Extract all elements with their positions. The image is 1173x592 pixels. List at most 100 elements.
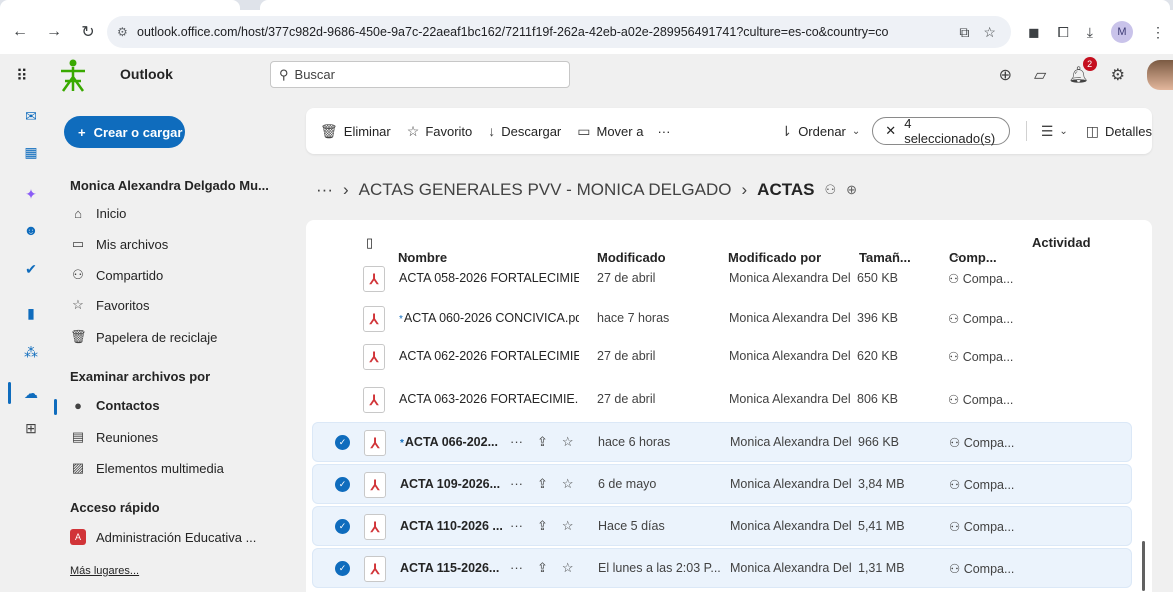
checkmark-icon[interactable]: ✓ bbox=[335, 435, 350, 450]
people-app-icon[interactable]: ☻ bbox=[21, 220, 41, 240]
column-activity[interactable]: Actividad bbox=[1032, 235, 1091, 250]
share-icon[interactable]: ⇪ bbox=[537, 434, 548, 450]
sort-button[interactable]: ⇂ Ordenar ⌄ bbox=[780, 123, 860, 140]
star-icon[interactable]: ☆ bbox=[562, 476, 574, 492]
file-modified-by: Monica Alexandra Delg bbox=[729, 392, 851, 406]
address-bar[interactable]: ⚙ outlook.office.com/host/377c982d-9686-… bbox=[107, 16, 1011, 48]
star-icon[interactable]: ☆ bbox=[562, 434, 574, 450]
nav-item-favoritos[interactable]: ☆ Favoritos bbox=[70, 297, 149, 313]
reload-icon[interactable]: ↻ bbox=[74, 18, 102, 46]
share-icon[interactable]: ⇪ bbox=[537, 518, 548, 534]
copilot-icon[interactable]: ✦ bbox=[21, 184, 41, 204]
nav-item-multimedia[interactable]: ▨ Elementos multimedia bbox=[70, 460, 224, 476]
profile-avatar[interactable]: M bbox=[1111, 21, 1133, 43]
extension-icon[interactable]: ◼ bbox=[1028, 24, 1040, 41]
more-places-link[interactable]: Más lugares... bbox=[70, 565, 139, 577]
feedback-icon[interactable]: ▱ bbox=[1034, 65, 1046, 85]
browser-tab[interactable] bbox=[0, 0, 240, 10]
app-launcher-icon[interactable]: ⠿ bbox=[16, 66, 28, 86]
move-to-button[interactable]: ▭ Mover a bbox=[577, 123, 643, 140]
create-upload-button[interactable]: + Crear o cargar bbox=[64, 116, 185, 148]
chevron-right-icon: › bbox=[342, 180, 349, 199]
favorite-button[interactable]: ☆ Favorito bbox=[407, 123, 473, 140]
pdf-icon: ⅄ bbox=[363, 306, 385, 332]
app-name[interactable]: Outlook bbox=[120, 66, 173, 82]
avatar[interactable] bbox=[1147, 60, 1173, 90]
org-icon[interactable]: ⁂ bbox=[21, 342, 41, 362]
share-icon[interactable]: ⇪ bbox=[537, 560, 548, 576]
view-options-button[interactable]: ☰ ⌄ bbox=[1041, 123, 1068, 140]
more-options-icon[interactable]: ··· bbox=[510, 518, 523, 534]
file-name[interactable]: ACTA 058-2026 FORTALECIMIE... bbox=[399, 271, 579, 285]
file-name[interactable]: *ACTA 060-2026 CONCIVICA.pdf bbox=[399, 311, 579, 325]
row-actions: ··· ⇪ ☆ bbox=[510, 560, 574, 576]
table-row[interactable]: ⅄ ACTA 063-2026 FORTAECIMIE... 27 de abr… bbox=[312, 380, 1132, 420]
download-icon[interactable]: ⤓ bbox=[1087, 24, 1093, 41]
onedrive-icon[interactable]: ☁ bbox=[21, 383, 41, 403]
table-row[interactable]: ⅄ *ACTA 060-2026 CONCIVICA.pdf hace 7 ho… bbox=[312, 299, 1132, 339]
search-input[interactable]: ⚲ Buscar bbox=[270, 61, 570, 88]
table-row-selected[interactable]: ✓ ⅄ ACTA 109-2026... ··· ⇪ ☆ 6 de mayo M… bbox=[312, 464, 1132, 504]
star-icon[interactable]: ☆ bbox=[562, 560, 574, 576]
download-button[interactable]: ↓ Descargar bbox=[488, 123, 561, 139]
breadcrumb-parent[interactable]: ACTAS GENERALES PVV - MONICA DELGADO bbox=[359, 180, 732, 200]
gear-icon[interactable]: ⚙ bbox=[1111, 65, 1125, 85]
browser-menu-icon[interactable]: ⋮ bbox=[1151, 24, 1165, 41]
sort-icon: ⇂ bbox=[780, 122, 793, 139]
table-row-selected[interactable]: ✓ ⅄ ACTA 110-2026 ... ··· ⇪ ☆ Hace 5 día… bbox=[312, 506, 1132, 546]
table-row[interactable]: ⅄ ACTA 062-2026 FORTALECIMIE... 27 de ab… bbox=[312, 337, 1132, 377]
breadcrumb: ··· › ACTAS GENERALES PVV - MONICA DELGA… bbox=[316, 180, 857, 200]
file-name[interactable]: ACTA 115-2026... bbox=[400, 561, 512, 575]
checkmark-icon[interactable]: ✓ bbox=[335, 561, 350, 576]
calendar-app-icon[interactable]: ▦ bbox=[21, 142, 41, 162]
nav-item-inicio[interactable]: ⌂ Inicio bbox=[70, 206, 126, 221]
extensions-puzzle-icon[interactable]: ⧠ bbox=[1058, 24, 1069, 41]
teams-icon[interactable]: ⊕ bbox=[999, 65, 1012, 85]
more-actions-button[interactable]: ··· bbox=[657, 124, 670, 139]
nav-item-contactos[interactable]: ● Contactos bbox=[54, 398, 160, 415]
install-app-icon[interactable]: ⧉ bbox=[959, 24, 969, 41]
nav-item-mis-archivos[interactable]: ▭ Mis archivos bbox=[70, 236, 168, 252]
table-row-selected[interactable]: ✓ ⅄ ACTA 115-2026... ··· ⇪ ☆ El lunes a … bbox=[312, 548, 1132, 588]
nav-item-papelera[interactable]: 🗑︎ Papelera de reciclaje bbox=[70, 329, 217, 345]
pdf-icon: ⅄ bbox=[364, 430, 386, 456]
more-apps-icon[interactable]: ⊞ bbox=[21, 418, 41, 438]
nav-item-label: Elementos multimedia bbox=[96, 460, 224, 476]
file-name[interactable]: *ACTA 066-202... bbox=[400, 435, 512, 449]
app-rail: ✉ ▦ ✦ ☻ ✔ ▮ ⁂ ☁ ⊞ bbox=[0, 96, 52, 592]
more-options-icon[interactable]: ··· bbox=[510, 560, 523, 576]
nav-item-compartido[interactable]: ⚇ Compartido bbox=[70, 267, 163, 283]
file-modified-by: Monica Alexandra Delg bbox=[730, 477, 852, 491]
details-button[interactable]: ◫ Detalles bbox=[1086, 123, 1152, 140]
more-options-icon[interactable]: ··· bbox=[510, 476, 523, 492]
clear-selection-button[interactable]: ✕ 4 seleccionado(s) bbox=[872, 116, 1010, 146]
site-info-icon[interactable]: ⚙ bbox=[117, 25, 137, 39]
checkmark-icon[interactable]: ✓ bbox=[335, 519, 350, 534]
file-name[interactable]: ACTA 109-2026... bbox=[400, 477, 512, 491]
bookmark-star-icon[interactable]: ☆ bbox=[983, 24, 996, 41]
file-size: 620 KB bbox=[857, 349, 899, 363]
file-name[interactable]: ACTA 063-2026 FORTAECIMIE... bbox=[399, 392, 579, 406]
nav-item-reuniones[interactable]: ▤ Reuniones bbox=[70, 429, 158, 445]
bell-icon[interactable]: 🔔︎ 2 bbox=[1068, 57, 1097, 85]
quick-item-administracion[interactable]: A Administración Educativa ... bbox=[70, 529, 256, 545]
file-name[interactable]: ACTA 110-2026 ... bbox=[400, 519, 512, 533]
file-name[interactable]: ACTA 062-2026 FORTALECIMIE... bbox=[399, 349, 579, 363]
more-options-icon[interactable]: ··· bbox=[510, 434, 523, 450]
table-row-selected[interactable]: ✓ ⅄ *ACTA 066-202... ··· ⇪ ☆ hace 6 hora… bbox=[312, 422, 1132, 462]
file-shared: ⚇ Compa... bbox=[948, 350, 1014, 364]
table-row[interactable]: ⅄ ACTA 058-2026 FORTALECIMIE... 27 de ab… bbox=[312, 259, 1132, 299]
checkmark-icon[interactable]: ✓ bbox=[335, 477, 350, 492]
mail-icon[interactable]: ✉ bbox=[21, 106, 41, 126]
forward-icon[interactable]: → bbox=[40, 18, 68, 46]
word-icon[interactable]: ▮ bbox=[21, 303, 41, 323]
delete-button[interactable]: 🗑︎ Eliminar bbox=[320, 123, 391, 140]
star-icon[interactable]: ☆ bbox=[562, 518, 574, 534]
browser-tab-active[interactable] bbox=[260, 0, 1170, 10]
share-icon[interactable]: ⇪ bbox=[537, 476, 548, 492]
todo-icon[interactable]: ✔ bbox=[21, 259, 41, 279]
breadcrumb-overflow[interactable]: ··· bbox=[316, 180, 333, 200]
file-shared: ⚇ Compa... bbox=[949, 562, 1015, 576]
back-icon[interactable]: ← bbox=[6, 18, 34, 46]
scrollbar-thumb[interactable] bbox=[1142, 541, 1145, 591]
